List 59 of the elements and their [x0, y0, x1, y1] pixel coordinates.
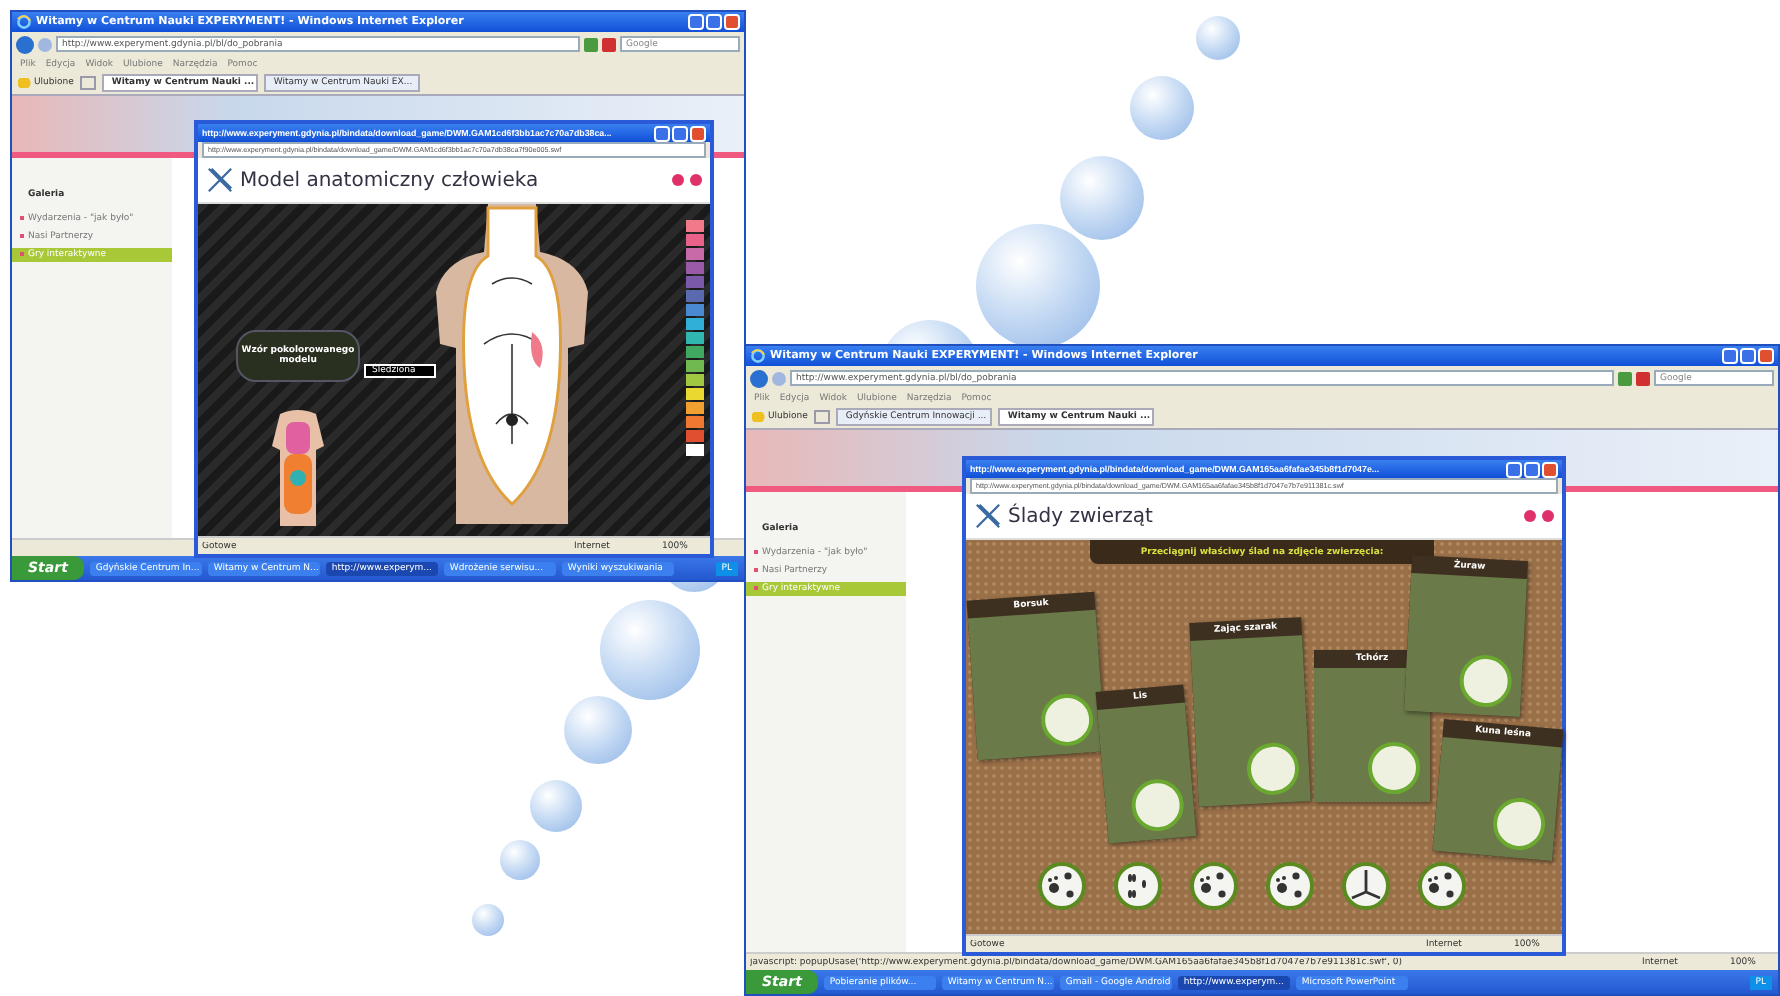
color-swatch[interactable]: [686, 220, 704, 232]
bubble-decoration: [1130, 76, 1194, 140]
bubble-decoration: [472, 904, 504, 936]
maximize-button[interactable]: [1740, 348, 1756, 364]
minimize-button[interactable]: [1506, 461, 1522, 477]
color-swatch[interactable]: [686, 262, 704, 274]
close-button[interactable]: [1542, 461, 1558, 477]
color-swatch[interactable]: [686, 374, 704, 386]
close-button[interactable]: [1758, 348, 1774, 364]
color-swatch[interactable]: [686, 332, 704, 344]
color-swatch[interactable]: [686, 360, 704, 372]
paw-track-icon[interactable]: [1038, 862, 1086, 910]
stop-icon[interactable]: [602, 37, 616, 51]
close-game-button[interactable]: [690, 174, 702, 186]
color-swatch[interactable]: [686, 402, 704, 414]
minimize-button[interactable]: [1722, 348, 1738, 364]
color-swatch[interactable]: [686, 388, 704, 400]
minimize-button[interactable]: [688, 14, 704, 30]
color-swatch[interactable]: [686, 248, 704, 260]
back-button[interactable]: [16, 35, 34, 53]
refresh-icon[interactable]: [584, 37, 598, 51]
color-swatch[interactable]: [686, 416, 704, 428]
refresh-icon[interactable]: [1618, 371, 1632, 385]
browser-logo-icon: [750, 348, 766, 364]
maximize-button[interactable]: [1524, 461, 1540, 477]
back-button[interactable]: [750, 369, 768, 387]
color-swatch[interactable]: [686, 318, 704, 330]
colored-torso-drawing: [268, 406, 328, 530]
color-swatch[interactable]: [686, 430, 704, 442]
close-game-button[interactable]: [1542, 510, 1554, 522]
cross-logo-icon: [974, 502, 1002, 530]
bubble-decoration: [530, 780, 582, 832]
maximize-button[interactable]: [706, 14, 722, 30]
close-button[interactable]: [724, 14, 740, 30]
color-swatch[interactable]: [686, 234, 704, 246]
quick-tabs-icon[interactable]: [79, 76, 96, 90]
color-swatch[interactable]: [686, 276, 704, 288]
bubble-decoration: [500, 840, 540, 880]
paw-track-icon[interactable]: [1418, 862, 1466, 910]
color-swatch[interactable]: [686, 444, 704, 456]
cross-logo-icon: [206, 166, 234, 194]
color-swatch[interactable]: [686, 346, 704, 358]
color-swatch[interactable]: [686, 290, 704, 302]
bird-track-icon[interactable]: [1342, 862, 1390, 910]
quick-tabs-icon[interactable]: [813, 410, 830, 424]
stop-icon[interactable]: [1636, 371, 1650, 385]
hoof-track-icon[interactable]: [1114, 862, 1162, 910]
browser-logo-icon: [16, 14, 32, 30]
game-title: Model anatomiczny człowieka: [240, 169, 541, 191]
sound-button[interactable]: [672, 174, 684, 186]
close-button[interactable]: [690, 125, 706, 141]
minimize-button[interactable]: [654, 125, 670, 141]
color-swatch[interactable]: [686, 304, 704, 316]
paw-track-icon[interactable]: [1190, 862, 1238, 910]
paw-track-icon[interactable]: [1266, 862, 1314, 910]
bubble-decoration: [1196, 16, 1240, 60]
game-title: Ślady zwierząt: [1008, 505, 1155, 527]
sound-button[interactable]: [1524, 510, 1536, 522]
maximize-button[interactable]: [672, 125, 688, 141]
